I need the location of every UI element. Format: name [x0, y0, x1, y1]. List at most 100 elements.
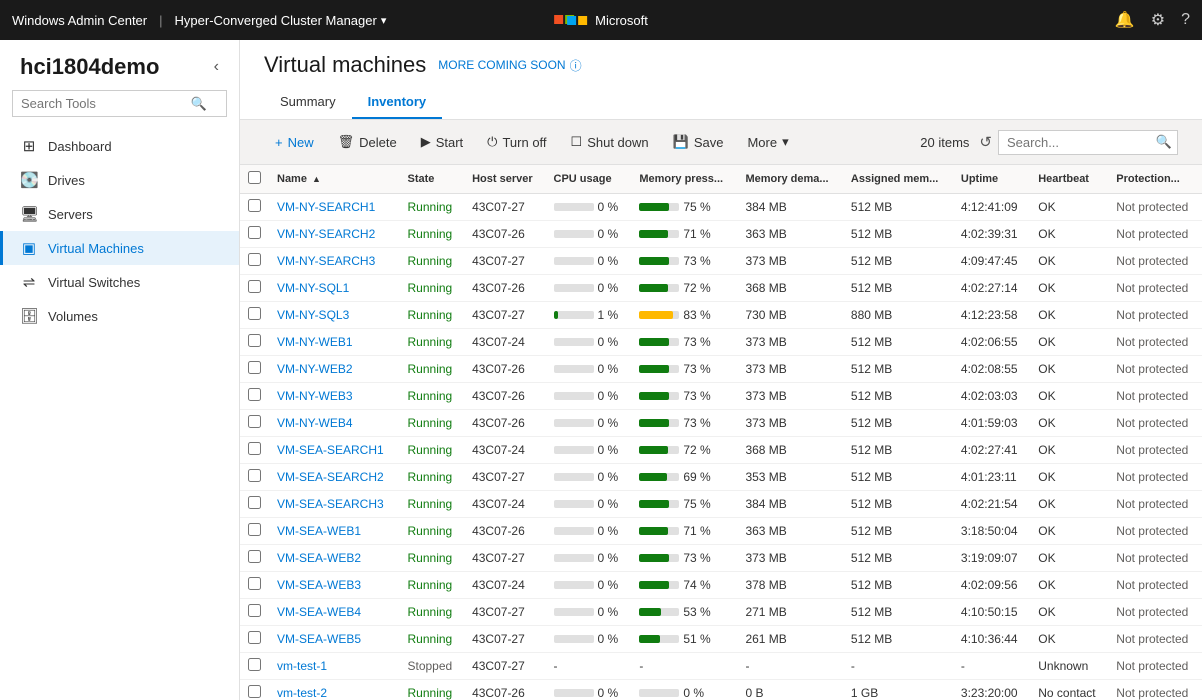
sidebar-item-dashboard[interactable]: ⊞ Dashboard [0, 129, 239, 163]
row-checkbox-cell[interactable] [240, 248, 269, 275]
vm-name-link[interactable]: VM-NY-SEARCH1 [277, 200, 375, 214]
col-name[interactable]: Name ▲ [269, 165, 400, 194]
row-checkbox-cell[interactable] [240, 518, 269, 545]
sidebar-item-virtual-machines[interactable]: ▣ Virtual Machines [0, 231, 239, 265]
col-state[interactable]: State [400, 165, 465, 194]
col-mem-press[interactable]: Memory press... [631, 165, 737, 194]
row-checkbox-cell[interactable] [240, 626, 269, 653]
row-assigned-cell: 512 MB [843, 545, 953, 572]
row-checkbox-cell[interactable] [240, 194, 269, 221]
col-assigned-mem[interactable]: Assigned mem... [843, 165, 953, 194]
vm-table-body: VM-NY-SEARCH1 Running 43C07-27 0 % 75 % … [240, 194, 1202, 700]
vm-name-link[interactable]: VM-SEA-WEB5 [277, 632, 361, 646]
row-checkbox-cell[interactable] [240, 599, 269, 626]
row-checkbox[interactable] [248, 388, 261, 401]
row-checkbox[interactable] [248, 361, 261, 374]
vm-name-link[interactable]: VM-NY-SEARCH3 [277, 254, 375, 268]
new-button[interactable]: + New [264, 129, 325, 156]
more-button[interactable]: More ▾ [736, 128, 799, 156]
row-checkbox[interactable] [248, 496, 261, 509]
vm-name-link[interactable]: VM-NY-WEB3 [277, 389, 353, 403]
row-checkbox[interactable] [248, 280, 261, 293]
row-checkbox[interactable] [248, 577, 261, 590]
vm-name-link[interactable]: vm-test-2 [277, 686, 327, 700]
col-heartbeat[interactable]: Heartbeat [1030, 165, 1108, 194]
row-checkbox-cell[interactable] [240, 356, 269, 383]
row-checkbox[interactable] [248, 604, 261, 617]
row-checkbox[interactable] [248, 685, 261, 698]
row-checkbox-cell[interactable] [240, 680, 269, 700]
row-checkbox[interactable] [248, 253, 261, 266]
sidebar-search-icon: 🔍 [191, 96, 207, 112]
row-checkbox-cell[interactable] [240, 275, 269, 302]
row-checkbox[interactable] [248, 226, 261, 239]
vm-name-link[interactable]: VM-NY-SQL1 [277, 281, 349, 295]
vm-name-link[interactable]: VM-NY-SQL3 [277, 308, 349, 322]
row-checkbox-cell[interactable] [240, 221, 269, 248]
vm-name-link[interactable]: VM-SEA-SEARCH1 [277, 443, 384, 457]
vm-name-link[interactable]: VM-NY-WEB4 [277, 416, 353, 430]
delete-button[interactable]: 🗑 Delete [327, 128, 408, 156]
sidebar-item-volumes[interactable]: 🗄 Volumes [0, 299, 239, 333]
vm-name-link[interactable]: VM-NY-SEARCH2 [277, 227, 375, 241]
row-checkbox[interactable] [248, 550, 261, 563]
vm-name-link[interactable]: VM-SEA-SEARCH2 [277, 470, 384, 484]
shutdown-button[interactable]: ☐ Shut down [560, 128, 660, 156]
row-checkbox[interactable] [248, 415, 261, 428]
vm-name-link[interactable]: VM-SEA-SEARCH3 [277, 497, 384, 511]
row-checkbox-cell[interactable] [240, 545, 269, 572]
ms-logo-icon [554, 15, 587, 25]
row-checkbox-cell[interactable] [240, 491, 269, 518]
settings-icon[interactable]: ⚙ [1151, 10, 1165, 30]
sidebar-item-virtual-switches[interactable]: ⇌ Virtual Switches [0, 265, 239, 299]
sidebar-item-drives[interactable]: 💽 Drives [0, 163, 239, 197]
row-checkbox-cell[interactable] [240, 410, 269, 437]
col-host[interactable]: Host server [464, 165, 545, 194]
row-assigned-cell: 512 MB [843, 221, 953, 248]
tab-inventory[interactable]: Inventory [352, 86, 443, 119]
sidebar-item-servers[interactable]: 🖥 Servers [0, 197, 239, 231]
row-checkbox-cell[interactable] [240, 653, 269, 680]
vm-name-link[interactable]: VM-NY-WEB1 [277, 335, 353, 349]
col-cpu[interactable]: CPU usage [546, 165, 632, 194]
row-assigned-cell: 512 MB [843, 248, 953, 275]
row-checkbox-cell[interactable] [240, 329, 269, 356]
notification-icon[interactable]: 🔔 [1115, 10, 1135, 30]
turnoff-button[interactable]: ⏻ Turn off [476, 128, 557, 156]
select-all-checkbox[interactable] [248, 171, 261, 184]
refresh-button[interactable]: ↺ [979, 133, 992, 151]
col-uptime[interactable]: Uptime [953, 165, 1030, 194]
cluster-dropdown-icon[interactable]: ▾ [381, 14, 387, 27]
vm-name-link[interactable]: VM-SEA-WEB4 [277, 605, 361, 619]
row-checkbox[interactable] [248, 523, 261, 536]
volumes-icon: 🗄 [20, 307, 38, 325]
row-checkbox[interactable] [248, 658, 261, 671]
row-checkbox-cell[interactable] [240, 572, 269, 599]
select-all-header[interactable] [240, 165, 269, 194]
row-checkbox[interactable] [248, 334, 261, 347]
row-checkbox[interactable] [248, 442, 261, 455]
row-checkbox[interactable] [248, 469, 261, 482]
help-icon[interactable]: ? [1181, 11, 1190, 29]
save-button[interactable]: 💾 Save [662, 128, 735, 156]
row-checkbox-cell[interactable] [240, 302, 269, 329]
row-checkbox-cell[interactable] [240, 383, 269, 410]
start-button[interactable]: ▶ Start [410, 128, 474, 156]
vm-name-link[interactable]: vm-test-1 [277, 659, 327, 673]
col-mem-dem[interactable]: Memory dema... [737, 165, 842, 194]
row-checkbox-cell[interactable] [240, 464, 269, 491]
tab-summary[interactable]: Summary [264, 86, 352, 119]
vm-name-link[interactable]: VM-SEA-WEB3 [277, 578, 361, 592]
vm-name-link[interactable]: VM-NY-WEB2 [277, 362, 353, 376]
collapse-sidebar-button[interactable]: ‹ [214, 58, 219, 76]
vm-name-link[interactable]: VM-SEA-WEB1 [277, 524, 361, 538]
row-mem-dem-cell: 730 MB [737, 302, 842, 329]
vm-name-link[interactable]: VM-SEA-WEB2 [277, 551, 361, 565]
row-checkbox[interactable] [248, 199, 261, 212]
cluster-selector[interactable]: Hyper-Converged Cluster Manager ▾ [175, 13, 387, 28]
search-input[interactable] [998, 130, 1178, 155]
col-protection[interactable]: Protection... [1108, 165, 1202, 194]
row-checkbox[interactable] [248, 631, 261, 644]
row-checkbox[interactable] [248, 307, 261, 320]
row-checkbox-cell[interactable] [240, 437, 269, 464]
